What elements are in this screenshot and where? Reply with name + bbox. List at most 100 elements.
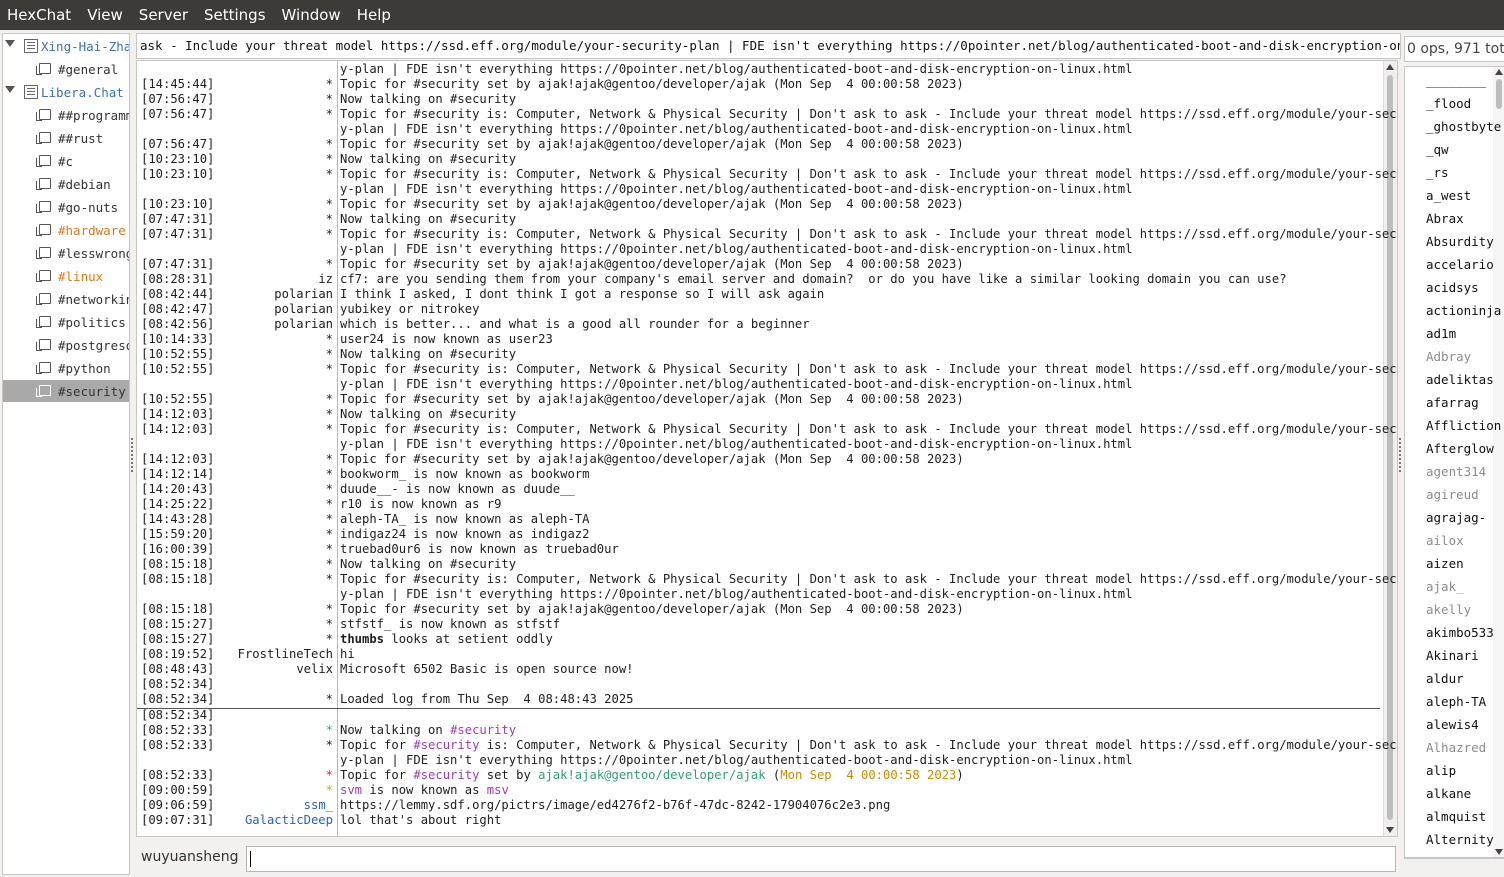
tree-channel[interactable]: #linux [3,265,129,287]
user-list-item[interactable]: Adbray [1426,347,1471,367]
chat-line[interactable]: [08:42:47] polarian yubikey or nitrokey [137,302,1383,317]
user-list-item[interactable]: Alternity [1426,830,1494,850]
chat-line[interactable]: [08:42:44] polarian I think I asked, I don… [137,287,1383,302]
userlist-scrollbar[interactable] [1493,67,1504,857]
menu-settings[interactable]: Settings [196,0,274,30]
chat-line[interactable]: [10:14:33] * user24 is now known as user23 [137,332,1383,347]
menu-server[interactable]: Server [131,0,196,30]
nick-label[interactable]: GalacticDeep [245,813,333,828]
chat-line[interactable]: [15:59:20] * indigaz24 is now known as ind… [137,527,1383,542]
tree-channel[interactable]: ##programming [3,104,129,126]
chat-line[interactable]: [08:15:18] * Now talking on #security [137,557,1383,572]
chat-line[interactable]: [14:12:14] * bookworm_ is now known as boo… [137,467,1383,482]
chat-line[interactable]: [10:52:55] * Topic for #security is: Compu… [137,362,1397,377]
user-list-item[interactable]: alip [1426,761,1456,781]
chat-log[interactable]: y-plan | FDE isn't everything https://0p… [136,60,1398,837]
chat-line[interactable]: [14:12:03] * Topic for #security is: Compu… [137,422,1397,437]
user-list-item[interactable]: _rs [1426,163,1449,183]
chat-line[interactable]: y-plan | FDE isn't everything https://0p… [137,587,1383,602]
chat-line[interactable]: [08:19:52] FrostlineTech hi [137,647,1383,662]
user-list-item[interactable]: ailox [1426,531,1464,551]
tree-channel[interactable]: #postgresql [3,334,129,356]
chat-line[interactable]: y-plan | FDE isn't everything https://0p… [137,182,1383,197]
chat-line[interactable]: [14:20:43] * duude__- is now known as duud… [137,482,1383,497]
scroll-thumb[interactable] [1387,75,1393,820]
tree-channel[interactable]: #c [3,150,129,172]
chat-line[interactable]: [08:28:31] iz cf7: are you sending them fr… [137,272,1383,287]
userlist-resize-handle[interactable] [1399,438,1401,472]
user-list-item[interactable]: Affliction [1426,416,1501,436]
user-list-item[interactable]: _flood [1426,94,1471,114]
scroll-up-icon[interactable] [1495,69,1503,75]
tree-channel[interactable]: #politics [3,311,129,333]
tree-channel[interactable]: #hardware [3,219,129,241]
user-list-item[interactable]: akelly [1426,600,1471,620]
chat-line[interactable]: [10:52:55] * Topic for #security set by aj… [137,392,1383,407]
chat-line[interactable]: [14:43:28] * aleph-TA_ is now known as ale… [137,512,1383,527]
user-list-item[interactable]: Alhazred [1426,738,1486,758]
user-list-item[interactable]: ________ [1426,71,1486,91]
tree-channel[interactable]: #python [3,357,129,379]
tree-channel[interactable]: ##rust [3,127,129,149]
chat-line[interactable]: [10:23:10] * Now talking on #security [137,152,1383,167]
chat-line[interactable]: [08:52:34] * Loaded log from Thu Sep 4 08:… [137,692,1383,707]
user-list-item[interactable]: accelario [1426,255,1494,275]
channel-tree[interactable]: Xing-Hai-Zhan #general Libera.Chat ##progra… [2,33,130,875]
chat-line[interactable]: [14:12:03] * Now talking on #security [137,407,1383,422]
chat-line[interactable]: [10:23:10] * Topic for #security is: Compu… [137,167,1397,182]
menu-hexchat[interactable]: HexChat [0,0,79,30]
nick-label[interactable]: FrostlineTech [238,647,333,662]
chat-line[interactable]: y-plan | FDE isn't everything https://0p… [137,62,1383,77]
user-list-item[interactable]: _ghostbyte [1426,117,1501,137]
user-list-item[interactable]: afarrag [1426,393,1479,413]
tree-resize-handle[interactable] [131,438,133,472]
user-list-item[interactable]: ajak_ [1426,577,1464,597]
chat-line[interactable]: y-plan | FDE isn't everything https://0p… [137,753,1383,768]
chat-line[interactable]: [07:56:47] * Topic for #security set by aj… [137,137,1383,152]
scroll-down-icon[interactable] [1386,827,1394,833]
user-list-item[interactable]: Akinari [1426,646,1479,666]
menu-help[interactable]: Help [349,0,399,30]
user-list-item[interactable]: aleph-TA [1426,692,1486,712]
chat-line[interactable]: y-plan | FDE isn't everything https://0p… [137,242,1383,257]
chat-line[interactable]: [08:15:27] * thumbs looks at setient oddly [137,632,1383,647]
chat-line[interactable]: [14:45:44] * Topic for #security set by aj… [137,77,1383,92]
tree-channel[interactable]: #networking [3,288,129,310]
chat-line[interactable]: [08:52:33] * Topic for #security set by aj… [137,768,1383,783]
scroll-thumb[interactable] [1496,79,1502,109]
tree-channel[interactable]: #debian [3,173,129,195]
menu-window[interactable]: Window [274,0,349,30]
user-list-item[interactable]: Absurdity [1426,232,1494,252]
user-list-item[interactable]: a_west [1426,186,1471,206]
chat-line[interactable]: [16:00:39] * truebad0ur6 is now known as t… [137,542,1383,557]
user-list-item[interactable]: agent314 [1426,462,1486,482]
scroll-up-icon[interactable] [1386,64,1394,70]
user-list-item[interactable]: acidsys [1426,278,1479,298]
chat-line[interactable]: [14:12:03] * Topic for #security set by aj… [137,452,1383,467]
nick-label[interactable]: polarian [274,317,333,332]
chat-line[interactable]: [10:23:10] * Topic for #security set by aj… [137,197,1383,212]
user-list-item[interactable]: almquist [1426,807,1486,827]
chat-line[interactable]: [08:15:27] * stfstf_ is now known as stfst… [137,617,1383,632]
user-list-item[interactable]: Abrax [1426,209,1464,229]
chat-line[interactable]: [08:15:18] * Topic for #security set by aj… [137,602,1383,617]
user-list-item[interactable]: ad1m [1426,324,1456,344]
chat-line[interactable]: [08:52:33] * Now talking on #security [137,723,1383,738]
user-list-item[interactable]: actioninja [1426,301,1501,321]
chat-line[interactable]: [08:52:34] [137,708,1383,723]
chat-line[interactable]: [08:52:34] [137,677,1383,692]
tree-server[interactable]: Xing-Hai-Zhan [3,35,129,57]
nick-label[interactable]: polarian [274,302,333,317]
tree-channel[interactable]: #go-nuts [3,196,129,218]
chat-line[interactable]: [09:06:59] ssm_ https://lemmy.sdf.org/pict… [137,798,1383,813]
chat-line[interactable]: y-plan | FDE isn't everything https://0p… [137,122,1383,137]
chat-line[interactable]: [07:47:31] * Topic for #security is: Compu… [137,227,1397,242]
chat-line[interactable]: [10:52:55] * Now talking on #security [137,347,1383,362]
tree-channel[interactable]: #lesswrong [3,242,129,264]
topic-bar[interactable]: ask - Include your threat model https://… [136,33,1401,59]
chat-line[interactable]: [08:15:18] * Topic for #security is: Compu… [137,572,1397,587]
chat-line[interactable]: [09:07:31] GalacticDeep lol that's about r… [137,813,1383,828]
nick-button[interactable]: wuyuansheng [141,849,238,865]
user-list-item[interactable]: _qw [1426,140,1449,160]
chat-line[interactable]: [08:48:43] velix Microsoft 6502 Basic is o… [137,662,1383,677]
